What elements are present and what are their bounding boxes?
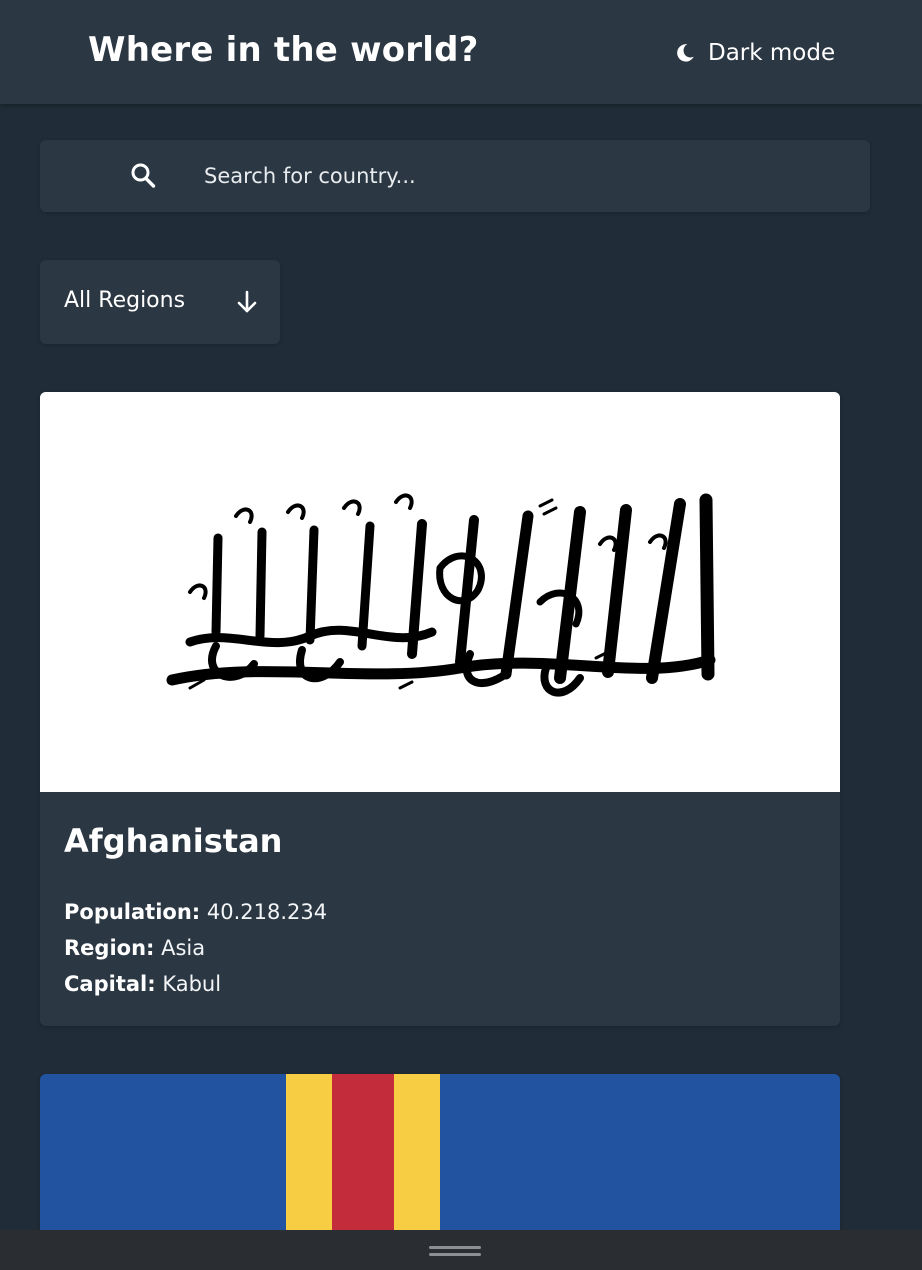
capital-value: Kabul: [162, 972, 222, 996]
search-icon: [131, 163, 156, 188]
country-capital-row: Capital: Kabul: [64, 966, 221, 1002]
arrow-down-icon: [237, 290, 257, 313]
country-population-row: Population: 40.218.234: [64, 894, 327, 930]
moon-icon: [677, 44, 694, 62]
app-title: Where in the world?: [88, 30, 479, 70]
region-label: Region:: [64, 936, 155, 960]
region-value: Asia: [161, 936, 206, 960]
capital-label: Capital:: [64, 972, 156, 996]
population-label: Population:: [64, 900, 201, 924]
top-bar: Where in the world? Dark mode: [0, 0, 922, 104]
search-input[interactable]: [204, 156, 844, 196]
page: Where in the world? Dark mode All Region…: [0, 0, 922, 1270]
dark-mode-toggle[interactable]: Dark mode: [674, 36, 835, 70]
region-filter-dropdown[interactable]: All Regions: [40, 260, 280, 344]
afghanistan-flag-icon: [40, 392, 840, 792]
country-name: Afghanistan: [64, 822, 283, 860]
population-value: 40.218.234: [206, 900, 328, 924]
search-box: [40, 140, 870, 212]
drag-handle-icon[interactable]: [429, 1246, 481, 1258]
bottom-bar: [0, 1230, 922, 1270]
country-card[interactable]: Afghanistan Population: 40.218.234 Regio…: [40, 392, 840, 1026]
dark-mode-label: Dark mode: [708, 40, 836, 66]
region-filter-value: All Regions: [64, 288, 186, 313]
country-region-row: Region: Asia: [64, 930, 205, 966]
